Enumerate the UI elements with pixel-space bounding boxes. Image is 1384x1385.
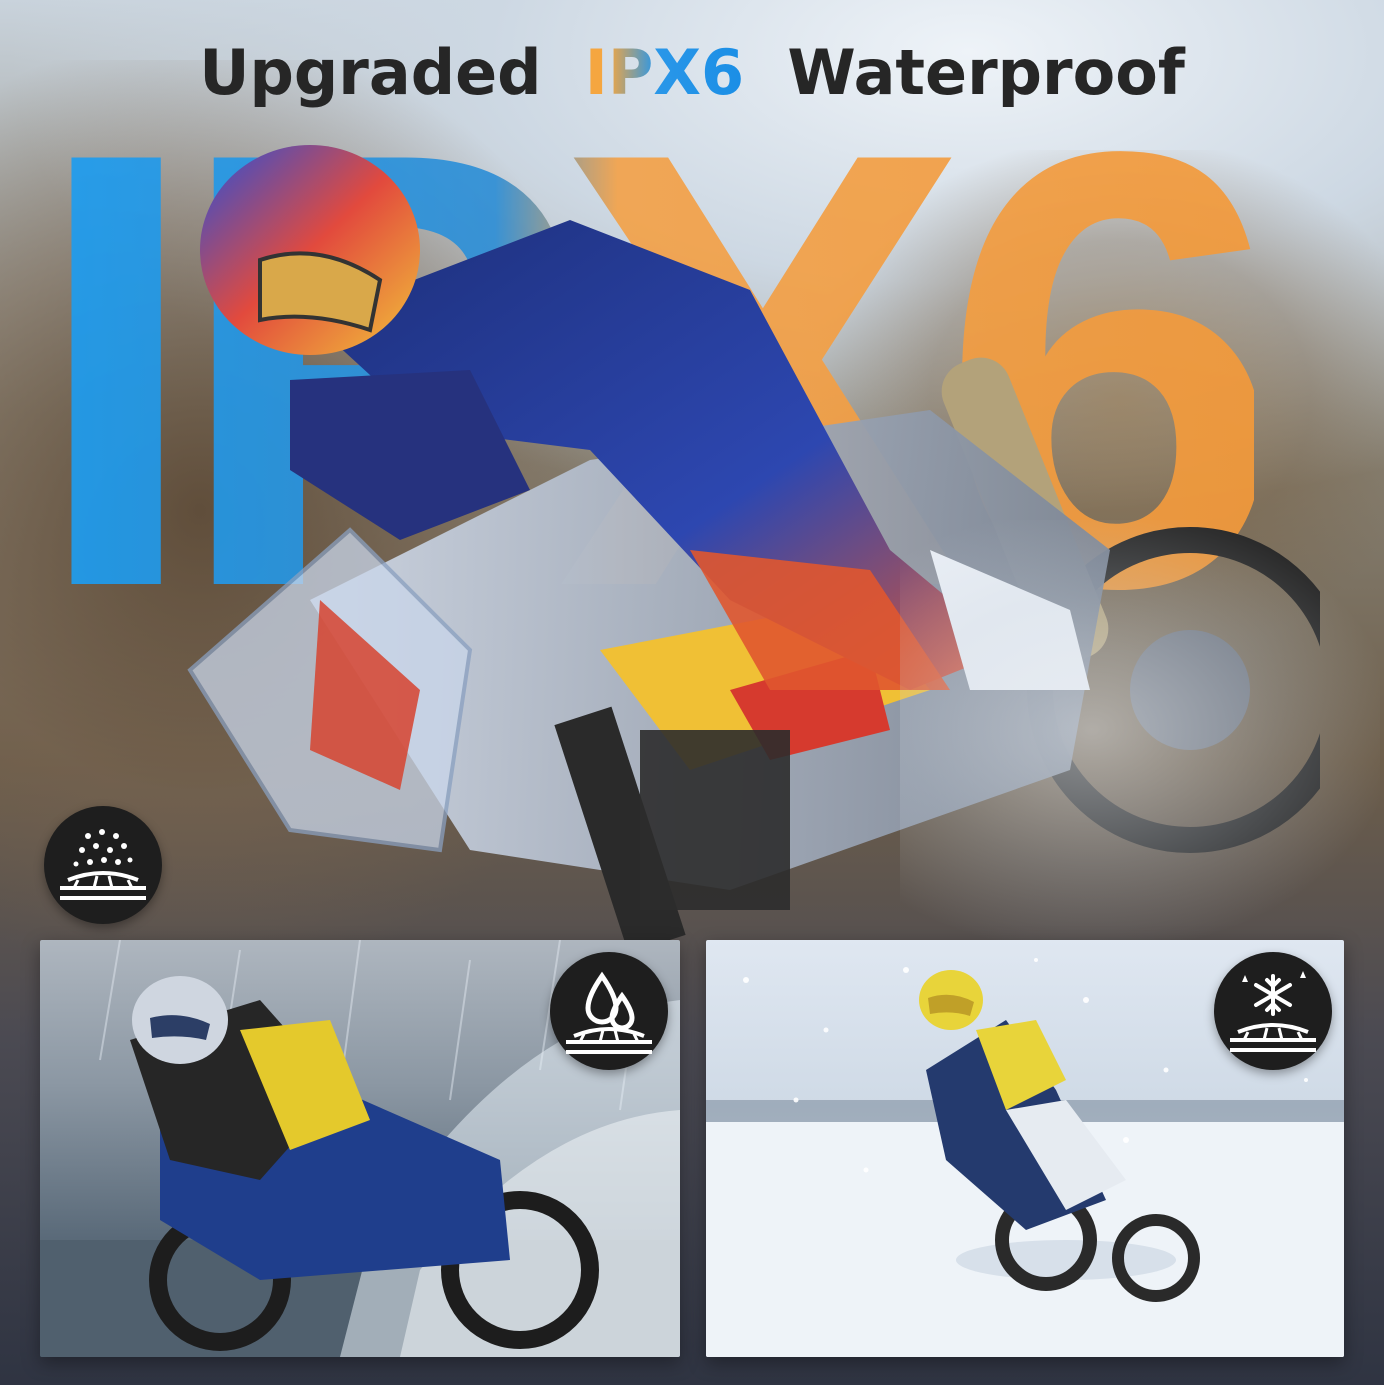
headline-word-waterproof: Waterproof [787,36,1185,109]
headline-rating-px6: PX6 [607,36,745,109]
ipx6-waterproof-banner: IPX6 [0,0,1384,1385]
headline-title: Upgraded IPX6 Waterproof [0,36,1384,109]
snow-riding-photo [706,940,1344,1357]
dustproof-icon [44,806,162,924]
snowflake-icon [1214,952,1332,1070]
headline-rating-i: I [584,36,608,109]
water-spray [900,520,1380,940]
headline-word-upgraded: Upgraded [199,36,542,109]
rain-riding-photo [40,940,680,1357]
water-drops-icon [550,952,668,1070]
